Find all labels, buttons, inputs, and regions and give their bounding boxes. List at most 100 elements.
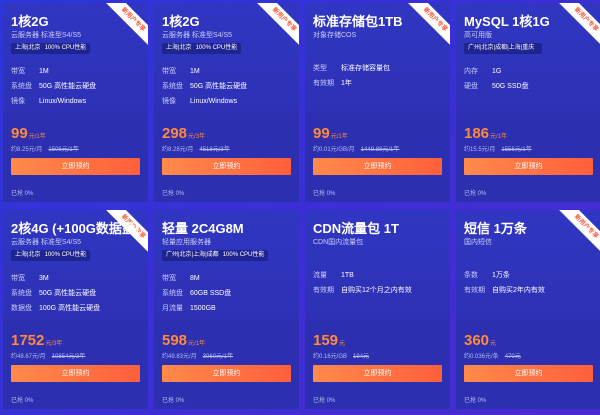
price-row: 186元/1年 — [464, 125, 507, 143]
product-card: 新用户专享 标准存储包1TB 对象存储COS 类型 标准存储容量包 有效期 1年 99元/1年… — [305, 3, 450, 202]
spec-row: 带宽 3M — [11, 273, 49, 283]
price-value: 99 — [313, 125, 330, 142]
sold-progress-text: 已抢 0% — [11, 398, 34, 404]
original-price: 1506元/1年 — [48, 147, 79, 153]
spec-key: 流量 — [313, 272, 327, 279]
price-detail: 约49.83元/月 3060元/1年 — [162, 351, 233, 360]
sold-progress-text: 已抢 0% — [162, 191, 185, 197]
spec-row: 系统盘 50G 高性能云硬盘 — [11, 288, 96, 298]
region-tag: 广州|北京|上海|成都 100% CPU性能 — [162, 250, 269, 261]
reserve-button[interactable]: 立即预约 — [313, 158, 442, 175]
price-unit: 元 — [490, 341, 497, 347]
monthly-price: 约0.16元/GB — [313, 354, 348, 360]
product-title: 轻量 2C4G8M — [162, 221, 244, 236]
product-card: 新用户专享 1核2G 云服务器 标准型S4/S5 上海|北京 100% CPU性能 带宽 1… — [154, 3, 299, 202]
monthly-price: 约0.01元/GB/月 — [313, 147, 355, 153]
sold-progress-text: 已抢 0% — [313, 398, 336, 404]
spec-value: 60GB SSD盘 — [190, 290, 232, 297]
spec-row: 系统盘 60GB SSD盘 — [162, 288, 231, 298]
reserve-button[interactable]: 立即预约 — [313, 365, 442, 382]
spec-value: 1G — [492, 68, 502, 75]
price-unit: 元/3年 — [188, 134, 206, 140]
reserve-button[interactable]: 立即预约 — [464, 365, 593, 382]
spec-key: 镜像 — [162, 98, 176, 105]
price-value: 360 — [464, 332, 490, 349]
product-title: 1核2G — [11, 14, 49, 29]
region-tag: 上海|北京 100% CPU性能 — [162, 43, 242, 54]
spec-key: 系统盘 — [162, 83, 183, 90]
monthly-price: 约48.67元/月 — [11, 354, 46, 360]
reserve-button[interactable]: 立即预约 — [162, 158, 291, 175]
price-detail: 约8.25元/月 1506元/1年 — [11, 144, 79, 153]
promo-page: 新用户专享 1核2G 云服务器 标准型S4/S5 上海|北京 100% CPU性能 带宽 1… — [0, 0, 600, 415]
cpu-label: 100% CPU性能 — [195, 45, 238, 51]
spec-value: 标准存储容量包 — [341, 65, 390, 72]
region-label: 上海|北京 — [15, 252, 41, 258]
price-row: 1752元/3年 — [11, 332, 62, 350]
spec-key: 条数 — [464, 272, 478, 279]
region-tag: 广州|北京|成都|上海|重庆 — [464, 43, 543, 54]
monthly-price: 约15.5元/月 — [464, 147, 496, 153]
price-row: 360元 — [464, 332, 496, 350]
spec-key: 有效期 — [464, 287, 485, 294]
product-subtitle: CDN国内流量包 — [313, 239, 364, 246]
sold-progress-text: 已抢 0% — [464, 398, 487, 404]
monthly-price: 约0.036元/条 — [464, 354, 499, 360]
spec-value: 8M — [190, 275, 200, 282]
spec-key: 带宽 — [162, 68, 176, 75]
original-price: 3060元/1年 — [202, 354, 234, 360]
spec-key: 带宽 — [11, 275, 25, 282]
spec-row: 带宽 1M — [162, 66, 200, 76]
reserve-button[interactable]: 立即预约 — [162, 365, 291, 382]
reserve-button[interactable]: 立即预约 — [11, 158, 140, 175]
price-unit: 元/1年 — [28, 134, 46, 140]
region-label: 广州|北京|上海|成都 — [166, 252, 219, 258]
spec-key: 数据盘 — [11, 305, 32, 312]
spec-key: 月流量 — [162, 305, 183, 312]
product-card: CDN流量包 1T CDN国内流量包 流量 1TB 有效期 自购买12个月之内有效 159元… — [305, 210, 450, 409]
spec-row: 系统盘 50G 高性能云硬盘 — [162, 81, 247, 91]
monthly-price: 约8.25元/月 — [11, 147, 43, 153]
spec-row: 有效期 自购买12个月之内有效 — [313, 285, 412, 295]
price-detail: 约0.036元/条 470元 — [464, 351, 521, 360]
spec-row: 硬盘 50G SSD盘 — [464, 81, 529, 91]
spec-key: 有效期 — [313, 287, 334, 294]
spec-value: 100G 高性能云硬盘 — [39, 305, 101, 312]
original-price: 10854元/3年 — [51, 354, 86, 360]
product-card: 新用户专享 短信 1万条 国内短信 条数 1万条 有效期 自购买2年内有效 360元 约0.03… — [456, 210, 600, 409]
reserve-button[interactable]: 立即预约 — [11, 365, 140, 382]
original-price: 194元 — [353, 354, 370, 360]
spec-value: Linux/Windows — [190, 98, 238, 105]
sold-progress-text: 已抢 0% — [313, 191, 336, 197]
sold-progress-text: 已抢 0% — [162, 398, 185, 404]
price-value: 186 — [464, 125, 490, 142]
original-price: 4518元/3年 — [199, 147, 230, 153]
price-unit: 元/3年 — [45, 341, 63, 347]
spec-value: 50G 高性能云硬盘 — [39, 290, 97, 297]
sold-progress-text: 已抢 0% — [464, 191, 487, 197]
product-card: 新用户专享 1核2G 云服务器 标准型S4/S5 上海|北京 100% CPU性能 带宽 1… — [3, 3, 148, 202]
original-price: 1449.88元/1年 — [360, 147, 400, 153]
spec-key: 硬盘 — [464, 83, 478, 90]
spec-value: 3M — [39, 275, 49, 282]
spec-row: 镜像 Linux/Windows — [162, 96, 237, 106]
spec-value: 50G SSD盘 — [492, 83, 529, 90]
reserve-button[interactable]: 立即预约 — [464, 158, 593, 175]
spec-value: 1500GB — [190, 305, 216, 312]
spec-row: 镜像 Linux/Windows — [11, 96, 86, 106]
price-detail: 约0.01元/GB/月 1449.88元/1年 — [313, 144, 399, 153]
spec-row: 系统盘 50G 高性能云硬盘 — [11, 81, 96, 91]
spec-row: 流量 1TB — [313, 270, 354, 280]
spec-row: 类型 标准存储容量包 — [313, 63, 390, 73]
price-unit: 元 — [339, 341, 346, 347]
monthly-price: 约49.83元/月 — [162, 354, 197, 360]
price-unit: 元/1年 — [188, 341, 206, 347]
product-grid: 新用户专享 1核2G 云服务器 标准型S4/S5 上海|北京 100% CPU性能 带宽 1… — [3, 3, 600, 412]
region-tag: 上海|北京 100% CPU性能 — [11, 43, 91, 54]
spec-row: 条数 1万条 — [464, 270, 510, 280]
price-unit: 元/1年 — [490, 134, 508, 140]
product-subtitle: 云服务器 标准型S4/S5 — [11, 239, 82, 246]
price-row: 99元/1年 — [313, 125, 348, 143]
product-title: 标准存储包1TB — [313, 14, 403, 29]
price-detail: 约8.28元/月 4518元/3年 — [162, 144, 230, 153]
